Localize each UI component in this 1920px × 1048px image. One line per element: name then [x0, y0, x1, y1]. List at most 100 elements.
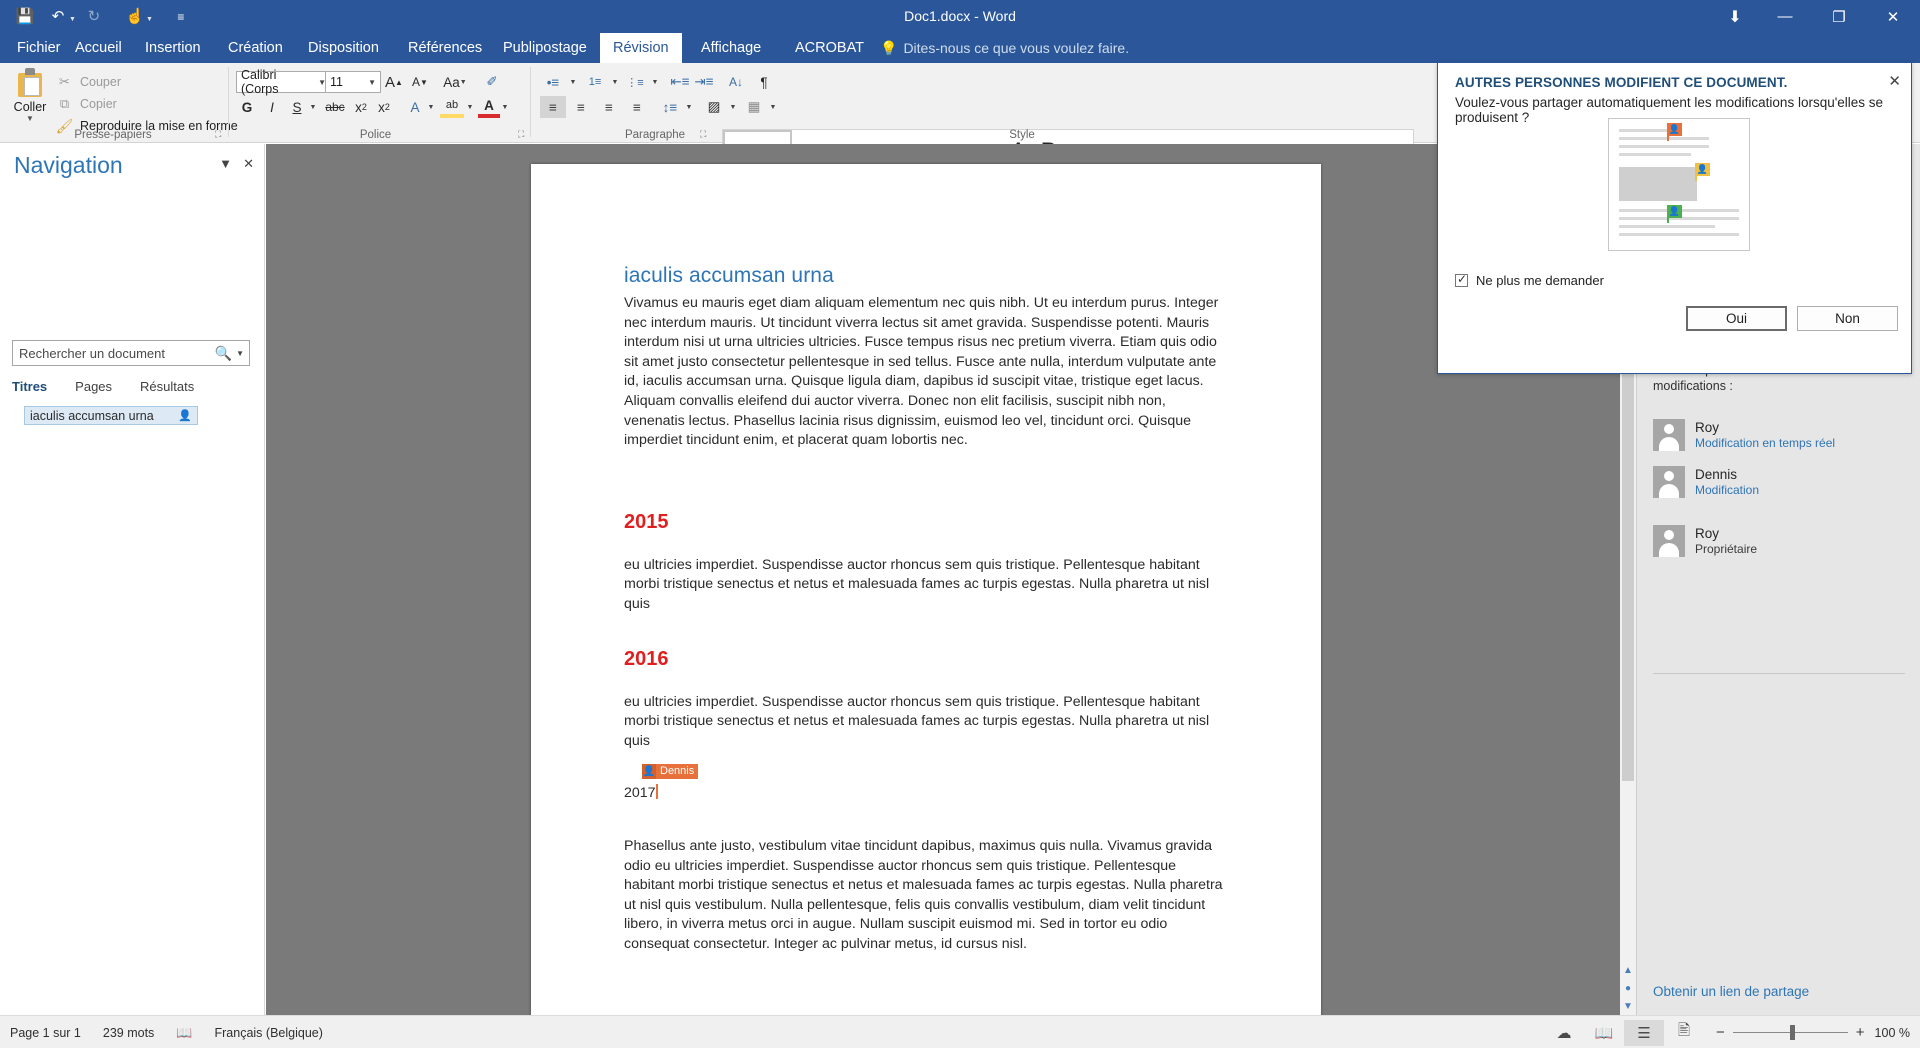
shading-icon[interactable]: ▨	[702, 96, 726, 118]
bold-icon[interactable]: G	[236, 96, 258, 118]
highlight-dropdown-icon[interactable]: ▼	[463, 96, 477, 118]
italic-icon[interactable]: I	[261, 96, 283, 118]
cloud-icon[interactable]: ☁	[1544, 1020, 1584, 1046]
ribbon-display-options-icon[interactable]: ⬇︎	[1712, 0, 1758, 33]
get-share-link[interactable]: Obtenir un lien de partage	[1653, 984, 1809, 999]
paste-dropdown-icon[interactable]: ▼	[8, 114, 52, 123]
show-marks-icon[interactable]: ¶	[752, 71, 776, 93]
borders-dropdown-icon[interactable]: ▼	[766, 96, 780, 118]
cut-button[interactable]: ✂ Couper	[56, 71, 238, 93]
zoom-slider-thumb[interactable]	[1789, 1025, 1795, 1040]
paste-button[interactable]: Coller ▼	[8, 68, 52, 123]
tab-revision[interactable]: Révision	[600, 33, 682, 63]
read-mode-icon[interactable]: 📖	[1584, 1020, 1624, 1046]
previous-page-icon[interactable]: ▲	[1620, 961, 1636, 979]
line-spacing-dropdown-icon[interactable]: ▼	[682, 96, 696, 118]
font-family-combobox[interactable]: Calibri (Corps ▼	[236, 68, 331, 96]
tab-insertion[interactable]: Insertion	[132, 33, 214, 63]
clear-formatting-icon[interactable]: ✐	[480, 71, 504, 93]
superscript-icon[interactable]: x2	[373, 96, 395, 118]
shrink-font-icon[interactable]: A ▼	[408, 71, 432, 93]
zoom-level[interactable]: 100 %	[1875, 1026, 1910, 1040]
shading-dropdown-icon[interactable]: ▼	[726, 96, 740, 118]
text-effects-icon[interactable]: A	[404, 96, 426, 118]
nav-tab-resultats[interactable]: Résultats	[126, 379, 208, 394]
decrease-indent-icon[interactable]: ⇤≡	[668, 71, 692, 93]
next-page-icon[interactable]: ▼	[1620, 997, 1636, 1015]
paragraph-dialog-launcher[interactable]: ⛶	[700, 129, 706, 140]
person-row-roy-owner[interactable]: Roy Propriétaire	[1653, 525, 1757, 557]
change-case-icon[interactable]: Aa ▼	[438, 71, 472, 93]
zoom-in-button[interactable]: +	[1856, 1024, 1865, 1041]
strikethrough-icon[interactable]: abc	[322, 96, 348, 118]
font-color-dropdown-icon[interactable]: ▼	[498, 96, 512, 118]
person-row-roy-realtime[interactable]: Roy Modification en temps réel	[1653, 419, 1835, 451]
restore-icon[interactable]: ❐	[1812, 0, 1866, 33]
checkbox-box[interactable]	[1455, 272, 1468, 287]
tab-accueil[interactable]: Accueil	[62, 33, 135, 63]
tab-references[interactable]: Références	[395, 33, 495, 63]
tab-creation[interactable]: Création	[215, 33, 296, 63]
word-count[interactable]: 239 mots	[103, 1026, 154, 1040]
clipboard-dialog-launcher[interactable]: ⛶	[215, 129, 221, 140]
search-options-icon[interactable]: ▼	[234, 349, 249, 358]
copy-button[interactable]: ⧉ Copier	[56, 93, 238, 115]
search-input[interactable]	[13, 345, 213, 361]
sort-icon[interactable]: A↓	[724, 71, 748, 93]
numbering-icon[interactable]: 1≡	[582, 71, 608, 93]
navigation-search-box[interactable]: 🔍 ▼	[12, 340, 250, 366]
tab-acrobat[interactable]: ACROBAT	[782, 33, 877, 63]
multilevel-list-icon[interactable]: ⋮≡	[622, 71, 648, 93]
font-dialog-launcher[interactable]: ⛶	[518, 129, 524, 140]
bullets-icon[interactable]: •≡	[540, 71, 566, 93]
font-size-combobox[interactable]: 11 ▼	[325, 71, 381, 93]
highlight-icon[interactable]: ab	[440, 96, 464, 118]
close-icon[interactable]: ✕	[1888, 72, 1901, 90]
print-layout-icon[interactable]: ☰	[1624, 1019, 1665, 1046]
proofing-errors-icon[interactable]: 📖	[176, 1025, 192, 1041]
tab-affichage[interactable]: Affichage	[688, 33, 774, 63]
chevron-down-icon[interactable]: ▼	[364, 78, 376, 87]
text-effects-dropdown-icon[interactable]: ▼	[424, 96, 438, 118]
navigation-options-icon[interactable]: ▼	[219, 156, 232, 171]
language-indicator[interactable]: Français (Belgique)	[215, 1026, 323, 1040]
no-button[interactable]: Non	[1797, 306, 1898, 331]
multilevel-list-dropdown-icon[interactable]: ▼	[648, 71, 662, 93]
zoom-control[interactable]: − +	[1716, 1024, 1865, 1041]
bullets-dropdown-icon[interactable]: ▼	[566, 71, 580, 93]
justify-icon[interactable]: ≡	[624, 96, 650, 118]
search-icon[interactable]: 🔍	[213, 345, 234, 362]
subscript-icon[interactable]: x2	[350, 96, 372, 118]
minimize-icon[interactable]: —	[1758, 0, 1812, 33]
borders-icon[interactable]: ▦	[742, 96, 766, 118]
yes-button[interactable]: Oui	[1686, 306, 1787, 331]
dont-ask-again-checkbox[interactable]: Ne plus me demander	[1455, 272, 1604, 288]
select-browse-object-icon[interactable]: ●	[1620, 979, 1636, 997]
navigation-close-icon[interactable]: ✕	[243, 156, 254, 172]
nav-tab-pages[interactable]: Pages	[61, 379, 126, 394]
doc-heading-2017-line[interactable]: 👤 Dennis 2017	[624, 764, 699, 804]
page-info[interactable]: Page 1 sur 1	[10, 1026, 81, 1040]
increase-indent-icon[interactable]: ⇥≡	[692, 71, 716, 93]
underline-dropdown-icon[interactable]: ▼	[306, 96, 320, 118]
tell-me-box[interactable]: 💡 Dites-nous ce que vous voulez faire.	[880, 33, 1129, 63]
person-row-dennis[interactable]: Dennis Modification	[1653, 466, 1759, 498]
document-canvas[interactable]: iaculis accumsan urna Vivamus eu mauris …	[266, 144, 1636, 1015]
align-right-icon[interactable]: ≡	[596, 96, 622, 118]
nav-heading-item[interactable]: iaculis accumsan urna 👤	[24, 406, 198, 425]
align-left-icon[interactable]: ≡	[540, 96, 566, 118]
grow-font-icon[interactable]: A ▲	[382, 71, 406, 93]
align-center-icon[interactable]: ≡	[568, 96, 594, 118]
tab-publipostage[interactable]: Publipostage	[490, 33, 600, 63]
close-icon[interactable]: ✕	[1866, 0, 1920, 33]
tab-disposition[interactable]: Disposition	[295, 33, 392, 63]
zoom-out-button[interactable]: −	[1716, 1024, 1725, 1041]
document-page[interactable]: iaculis accumsan urna Vivamus eu mauris …	[531, 164, 1321, 1015]
font-color-icon[interactable]: A	[478, 96, 500, 118]
zoom-slider[interactable]	[1732, 1025, 1848, 1040]
nav-tab-titres[interactable]: Titres	[12, 379, 61, 394]
web-layout-icon[interactable]: 🖹	[1664, 1020, 1704, 1046]
underline-icon[interactable]: S	[286, 96, 308, 118]
line-spacing-icon[interactable]: ↕≡	[658, 96, 682, 118]
numbering-dropdown-icon[interactable]: ▼	[608, 71, 622, 93]
